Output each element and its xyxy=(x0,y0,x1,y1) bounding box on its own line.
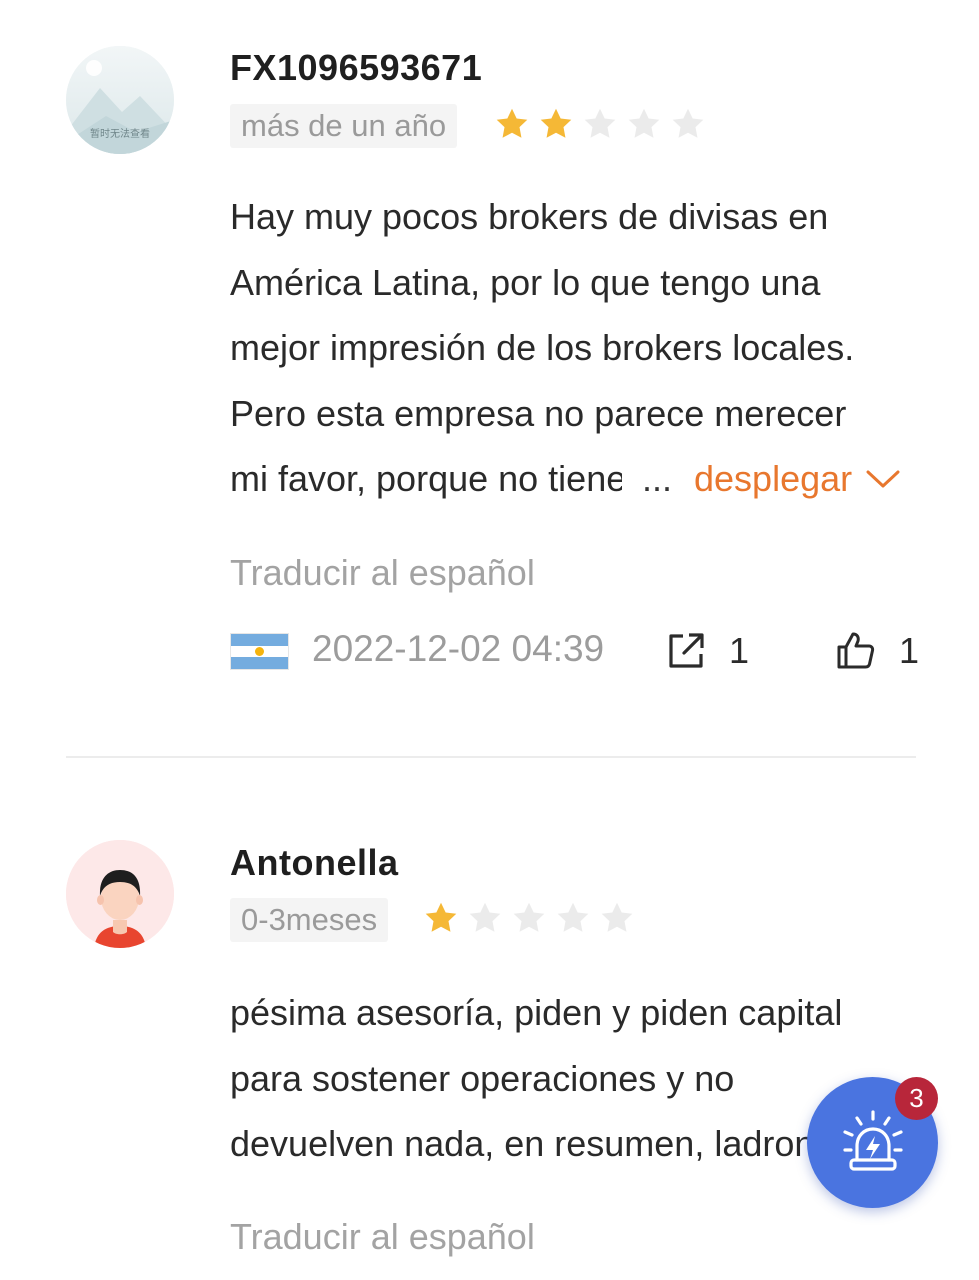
duration-tag: 0-3meses xyxy=(230,898,389,942)
star-rating xyxy=(423,900,635,936)
star-empty-icon xyxy=(672,108,704,138)
star-empty-icon xyxy=(628,108,660,138)
star-filled-icon xyxy=(496,108,528,138)
review-body: Hay muy pocos brokers de divisas en Amér… xyxy=(230,184,930,512)
username[interactable]: FX1096593671 xyxy=(230,47,482,89)
alarm-siren-icon xyxy=(843,1110,903,1171)
star-rating xyxy=(494,106,706,142)
chevron-down-icon xyxy=(866,470,900,488)
avatar[interactable] xyxy=(66,840,174,948)
duration-tag: más de un año xyxy=(230,104,458,148)
reviews-page: 暂时无法查看 FX1096593671 más de un año Hay mu… xyxy=(0,0,979,1280)
like-button[interactable]: 1 xyxy=(835,630,919,672)
review-text-line: mi favor, porque no tiene xyxy=(230,458,622,499)
review-text-line: pésima asesoría, piden y piden capital xyxy=(230,992,843,1033)
star-empty-icon xyxy=(584,108,616,138)
share-icon xyxy=(669,633,704,668)
username[interactable]: Antonella xyxy=(230,842,399,884)
translate-link[interactable]: Traducir al español xyxy=(230,1216,535,1258)
thumbs-up-icon xyxy=(837,632,875,669)
star-empty-icon xyxy=(469,902,501,932)
ellipsis: ... xyxy=(642,458,673,499)
star-filled-icon xyxy=(425,902,457,932)
review-text-line: Pero esta empresa no parece merecer xyxy=(230,392,847,434)
notification-badge: 3 xyxy=(895,1077,938,1120)
review-divider xyxy=(66,756,916,758)
share-count: 1 xyxy=(729,630,750,671)
share-button[interactable]: 1 xyxy=(667,630,749,672)
like-count: 1 xyxy=(899,630,920,671)
translate-link[interactable]: Traducir al español xyxy=(230,552,535,594)
expand-label: desplegar xyxy=(694,458,853,499)
expand-button[interactable]: desplegar xyxy=(694,446,900,512)
user-avatar-icon xyxy=(66,840,174,948)
argentina-flag-icon xyxy=(230,633,289,670)
review-text-line: mejor impresión de los brokers locales. xyxy=(230,327,855,368)
review-text-line: Hay muy pocos brokers de divisas en xyxy=(230,196,829,237)
star-empty-icon xyxy=(601,902,633,932)
star-empty-icon xyxy=(513,902,545,932)
review-text-truncated: mi favor, porque no tiene... desplegar xyxy=(230,446,930,512)
review-meta: 2022-12-02 04:39 1 1 xyxy=(230,628,919,674)
review-text-line: América Latina, por lo que tengo una xyxy=(230,261,821,303)
star-filled-icon xyxy=(540,108,572,138)
star-empty-icon xyxy=(557,902,589,932)
avatar[interactable]: 暂时无法查看 xyxy=(66,46,174,154)
avatar-caption: 暂时无法查看 xyxy=(90,129,150,140)
review-date: 2022-12-02 04:39 xyxy=(312,628,605,669)
